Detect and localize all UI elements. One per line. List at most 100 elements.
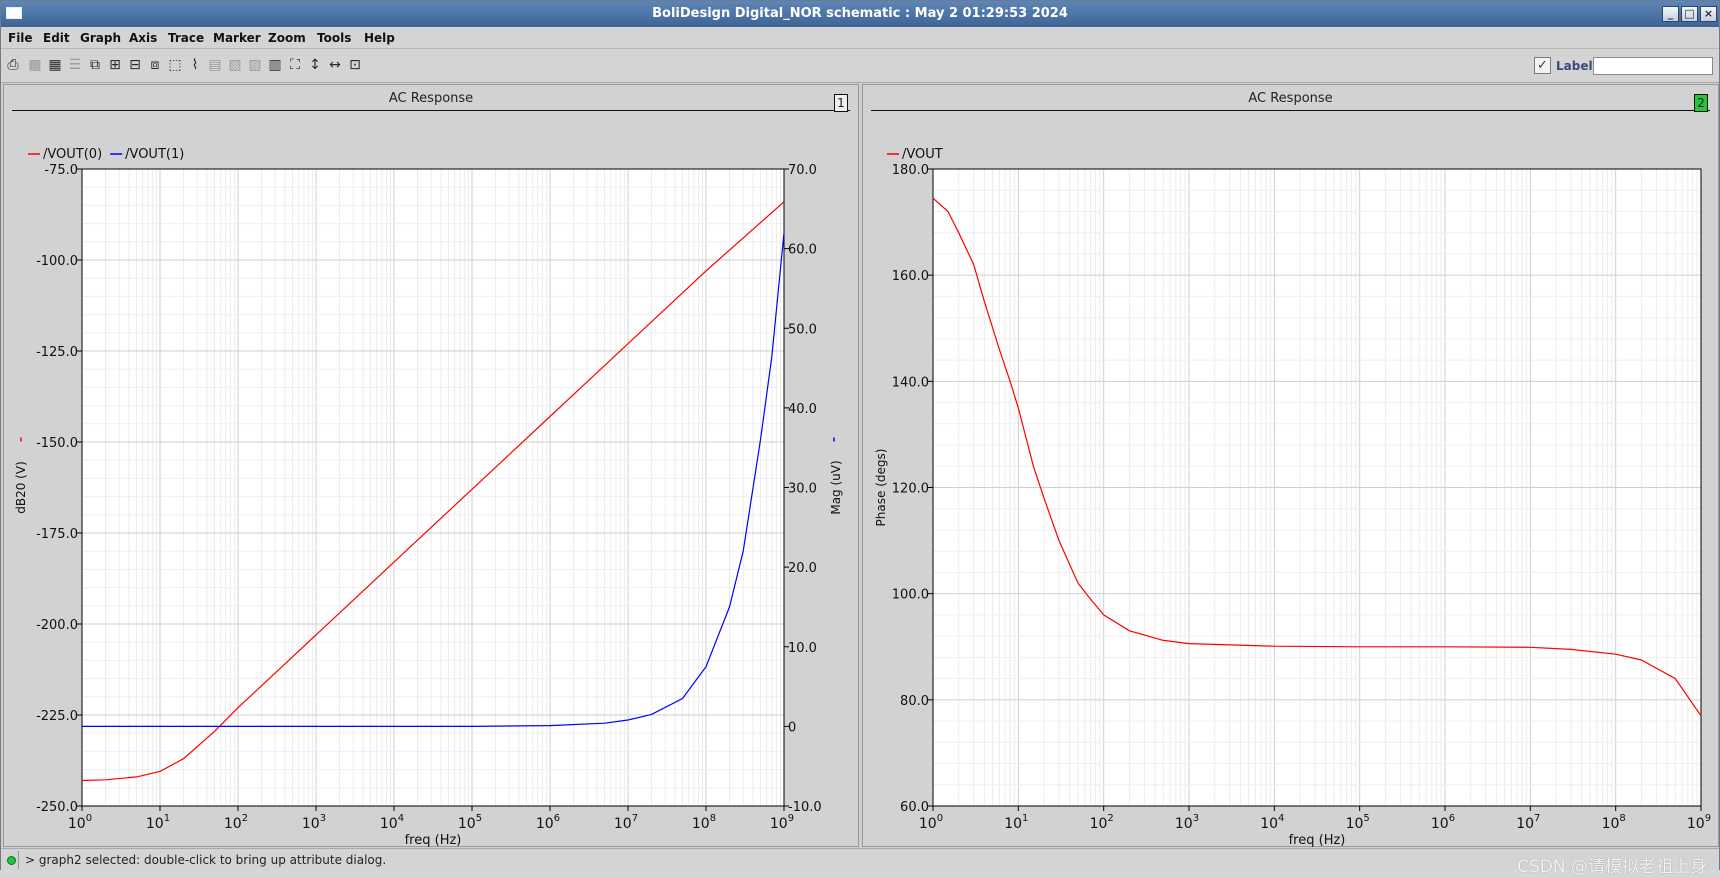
x-tick-base: 10 — [458, 816, 476, 832]
y-right-tick-label: 30.0 — [788, 482, 817, 497]
y-right-tick-label: 40.0 — [788, 402, 817, 417]
y-tick-label: -75.0 — [44, 163, 78, 178]
graph-2-title: AC Response — [1248, 91, 1333, 106]
x-tick-label: 100 — [919, 813, 943, 832]
menu-tools[interactable]: Tools — [317, 31, 351, 45]
close-button[interactable]: × — [1700, 6, 1717, 22]
fit-window-icon[interactable]: ⧈ — [147, 57, 163, 73]
y-right-tick-label: 70.0 — [788, 163, 817, 178]
menu-help[interactable]: Help — [364, 31, 395, 45]
trace-style-icon[interactable]: ▤ — [207, 57, 223, 73]
x-tick-label: 105 — [458, 813, 482, 832]
y-tick-label: 100.0 — [892, 588, 929, 603]
menu-bar: File Edit Graph Axis Trace Marker Zoom T… — [1, 27, 1719, 49]
x-tick-label: 102 — [1090, 813, 1114, 832]
y-right-axis-label: Mag (uV) — [829, 460, 843, 514]
graph-2-plot[interactable]: 100 101 102 103 104 105 106 107 108 109180.0160.0… — [863, 113, 1718, 848]
graph-panel-1[interactable]: AC Response 1 100 101 102 103 104 105 106 107 10… — [3, 84, 859, 848]
delete-subwindow-icon[interactable]: ⊟ — [127, 57, 143, 73]
status-indicator-icon — [7, 856, 16, 865]
y-right-tick-label: 0 — [788, 720, 796, 735]
maximize-button[interactable]: □ — [1681, 6, 1698, 22]
x-tick-label: 101 — [146, 813, 170, 832]
zoom-x-icon[interactable]: ↔ — [327, 57, 343, 73]
x-tick-base: 10 — [1260, 816, 1278, 832]
x-tick-label: 109 — [770, 813, 794, 832]
y-axis-label: Phase (degs) — [874, 449, 888, 527]
minimize-button[interactable]: _ — [1662, 6, 1679, 22]
x-tick-exponent: 7 — [632, 813, 638, 824]
x-tick-label: 108 — [1602, 813, 1626, 832]
y-tick-label: 60.0 — [900, 800, 929, 815]
x-tick-base: 10 — [68, 816, 86, 832]
x-tick-exponent: 5 — [1363, 813, 1369, 824]
strip-icon[interactable]: ☰ — [67, 57, 83, 73]
x-tick-exponent: 9 — [1705, 813, 1711, 824]
x-tick-exponent: 3 — [1193, 813, 1199, 824]
x-tick-label: 102 — [224, 813, 248, 832]
y-right-tick-label: 10.0 — [788, 641, 817, 656]
print-preview-icon[interactable]: ▩ — [27, 57, 43, 73]
y-tick-label: -250.0 — [36, 800, 78, 815]
y-tick-label: 180.0 — [892, 163, 929, 178]
x-tick-exponent: 3 — [320, 813, 326, 824]
menu-trace[interactable]: Trace — [168, 31, 204, 45]
calculator-icon[interactable]: ▥ — [267, 57, 283, 73]
x-tick-base: 10 — [770, 816, 788, 832]
menu-axis[interactable]: Axis — [129, 31, 157, 45]
menu-edit[interactable]: Edit — [43, 31, 70, 45]
trace-chart-2-icon[interactable]: ▨ — [247, 57, 263, 73]
y-right-tick-label: 20.0 — [788, 561, 817, 576]
x-tick-base: 10 — [1602, 816, 1620, 832]
y-tick-label: -125.0 — [36, 345, 78, 360]
x-tick-base: 10 — [1431, 816, 1449, 832]
y-axis-label: dB20 (V) — [14, 461, 28, 514]
x-tick-exponent: 2 — [1107, 813, 1113, 824]
x-tick-exponent: 1 — [1022, 813, 1028, 824]
x-tick-base: 10 — [1175, 816, 1193, 832]
grid-icon[interactable]: ▦ — [47, 57, 63, 73]
x-tick-base: 10 — [1687, 816, 1705, 832]
new-window-icon[interactable]: ⧉ — [87, 57, 103, 73]
label-text: Label — [1556, 59, 1593, 73]
graph-1-number[interactable]: 1 — [834, 94, 848, 112]
trace-chart-icon[interactable]: ▧ — [227, 57, 243, 73]
print-icon[interactable]: ⎙ — [5, 57, 21, 73]
menu-graph[interactable]: Graph — [80, 31, 121, 45]
y-tick-label: -175.0 — [36, 527, 78, 542]
menu-zoom[interactable]: Zoom — [268, 31, 306, 45]
graph-1-plot[interactable]: 100 101 102 103 104 105 106 107 108 109-75.0-100.… — [4, 113, 858, 848]
marker-icon[interactable]: ⬚ — [167, 57, 183, 73]
menu-file[interactable]: File — [8, 31, 33, 45]
y-tick-label: 80.0 — [900, 694, 929, 709]
x-tick-exponent: 4 — [1278, 813, 1284, 824]
x-tick-base: 10 — [536, 816, 554, 832]
y-tick-label: -150.0 — [36, 436, 78, 451]
zoom-y-icon[interactable]: ↕ — [307, 57, 323, 73]
label-checkbox[interactable]: ✓ — [1534, 57, 1551, 74]
x-axis-label: freq (Hz) — [1289, 833, 1346, 848]
x-tick-base: 10 — [302, 816, 320, 832]
x-tick-exponent: 6 — [554, 813, 560, 824]
label-input[interactable] — [1593, 57, 1713, 75]
zoom-fit-icon[interactable]: ⛶ — [287, 57, 303, 73]
x-tick-exponent: 5 — [476, 813, 482, 824]
graph-2-number[interactable]: 2 — [1694, 94, 1708, 112]
y-tick-label: 140.0 — [892, 375, 929, 390]
x-tick-base: 10 — [692, 816, 710, 832]
x-tick-exponent: 0 — [86, 813, 92, 824]
legend-entry: /VOUT — [902, 147, 943, 162]
x-tick-exponent: 4 — [398, 813, 404, 824]
y-tick-label: 160.0 — [892, 269, 929, 284]
graph-2-header: AC Response 2 — [871, 87, 1710, 112]
graph-panel-2[interactable]: AC Response 2 100 101 102 103 104 105 106 107 10… — [862, 84, 1719, 848]
x-tick-label: 106 — [536, 813, 560, 832]
zoom-box-icon[interactable]: ⊡ — [347, 57, 363, 73]
add-subwindow-icon[interactable]: ⊞ — [107, 57, 123, 73]
x-tick-exponent: 8 — [1619, 813, 1625, 824]
x-tick-base: 10 — [1346, 816, 1364, 832]
x-tick-base: 10 — [1516, 816, 1534, 832]
menu-marker[interactable]: Marker — [213, 31, 261, 45]
trace-icon[interactable]: ⌇ — [187, 57, 203, 73]
title-bar[interactable]: BoliDesign Digital_NOR schematic : May 2… — [1, 1, 1719, 27]
